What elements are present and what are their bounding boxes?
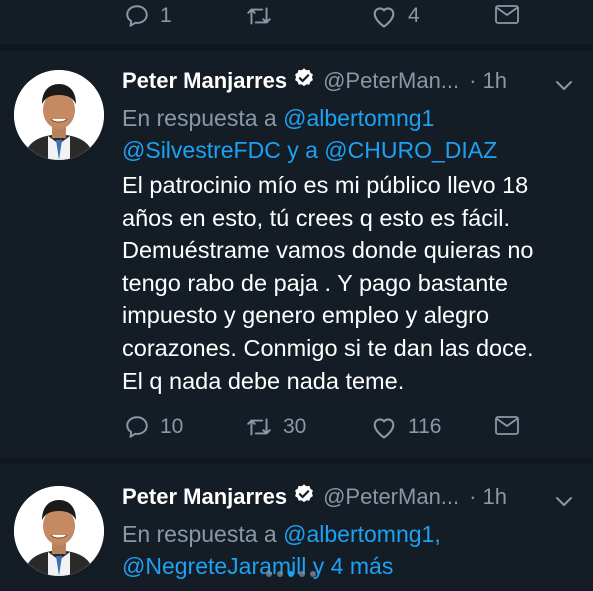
reply-count: 10: [160, 415, 184, 438]
share-icon: [494, 4, 520, 26]
avatar[interactable]: [14, 70, 104, 160]
reply-prefix: En respuesta a: [122, 105, 277, 131]
author-handle[interactable]: @PeterMan...: [323, 68, 459, 94]
retweet-button[interactable]: 30: [245, 414, 306, 440]
like-icon: [370, 3, 398, 29]
tweet-text-line: impuesto y genero empleo y alegro: [122, 302, 490, 329]
carousel-dot[interactable]: [299, 571, 305, 577]
reply-icon: [124, 3, 150, 29]
verified-icon: [293, 483, 315, 511]
reply-joiner[interactable]: y 4 más: [313, 553, 394, 579]
mention-link[interactable]: @albertomng1: [283, 105, 434, 131]
retweet-icon: [245, 3, 273, 29]
mention-link[interactable]: @SilvestreFDC: [122, 137, 281, 163]
avatar[interactable]: [14, 486, 104, 576]
reply-joiner: y a: [287, 137, 318, 163]
reply-icon: [124, 414, 150, 440]
like-button[interactable]: 4: [370, 3, 420, 29]
tweet-text-line: años en esto, tú crees q esto es fácil.: [122, 204, 510, 231]
tweet-divider: [0, 44, 593, 51]
tweet-text: El patrocinio mío es mi público llevo 18…: [122, 169, 582, 397]
separator: ·: [469, 68, 477, 93]
like-count: 4: [408, 4, 420, 27]
tweet-header: Peter Manjarres @PeterMan... · 1h: [122, 482, 573, 512]
chevron-down-icon[interactable]: [555, 488, 573, 514]
tweet-divider: [0, 457, 593, 464]
chevron-down-icon[interactable]: [555, 72, 573, 98]
tweet-text-line: El patrocinio mío es mi público llevo 18: [122, 172, 529, 198]
timestamp[interactable]: 1h: [482, 68, 506, 94]
mention-link[interactable]: @CHURO_DIAZ: [324, 137, 497, 163]
carousel-indicator: [266, 571, 316, 577]
like-button[interactable]: 116: [370, 414, 441, 440]
previous-tweet-actions: 1 4: [0, 0, 593, 40]
carousel-dot-active[interactable]: [288, 571, 294, 577]
separator: ·: [469, 484, 477, 509]
retweet-button[interactable]: [245, 3, 283, 29]
tweet-actions: 10 30 116: [0, 414, 593, 448]
share-icon: [494, 415, 520, 437]
author-name[interactable]: Peter Manjarres: [122, 68, 287, 94]
tweet-text-line: tengo rabo de paja . Y pago bastante: [122, 269, 508, 296]
tweet-text-line: El q nada debe nada teme.: [122, 367, 405, 394]
reply-count: 1: [160, 4, 172, 27]
verified-icon: [293, 67, 315, 95]
like-icon: [370, 414, 398, 440]
author-handle[interactable]: @PeterMan...: [323, 484, 459, 510]
carousel-dot[interactable]: [310, 571, 316, 577]
tweet-header: Peter Manjarres @PeterMan... · 1h: [122, 66, 573, 96]
reply-button[interactable]: 1: [124, 3, 172, 29]
tweet[interactable]: Peter Manjarres @PeterMan... · 1h En res…: [0, 66, 593, 456]
carousel-dot[interactable]: [266, 571, 272, 577]
retweet-count: 30: [283, 415, 307, 438]
reply-context: En respuesta a @albertomng1 @SilvestreFD…: [122, 102, 497, 166]
share-button[interactable]: [494, 415, 520, 437]
tweet-text-line: corazones. Conmigo si te dan las doce.: [122, 334, 534, 361]
timestamp[interactable]: 1h: [482, 484, 506, 510]
share-button[interactable]: [494, 4, 520, 26]
carousel-dot[interactable]: [277, 571, 283, 577]
reply-prefix: En respuesta a: [122, 521, 277, 547]
tweet-text-line: Demuéstrame vamos donde quieras no: [122, 237, 534, 264]
mention-link[interactable]: @albertomng1,: [283, 521, 441, 547]
author-name[interactable]: Peter Manjarres: [122, 484, 287, 510]
reply-button[interactable]: 10: [124, 414, 183, 440]
retweet-icon: [245, 414, 273, 440]
like-count: 116: [408, 415, 442, 438]
